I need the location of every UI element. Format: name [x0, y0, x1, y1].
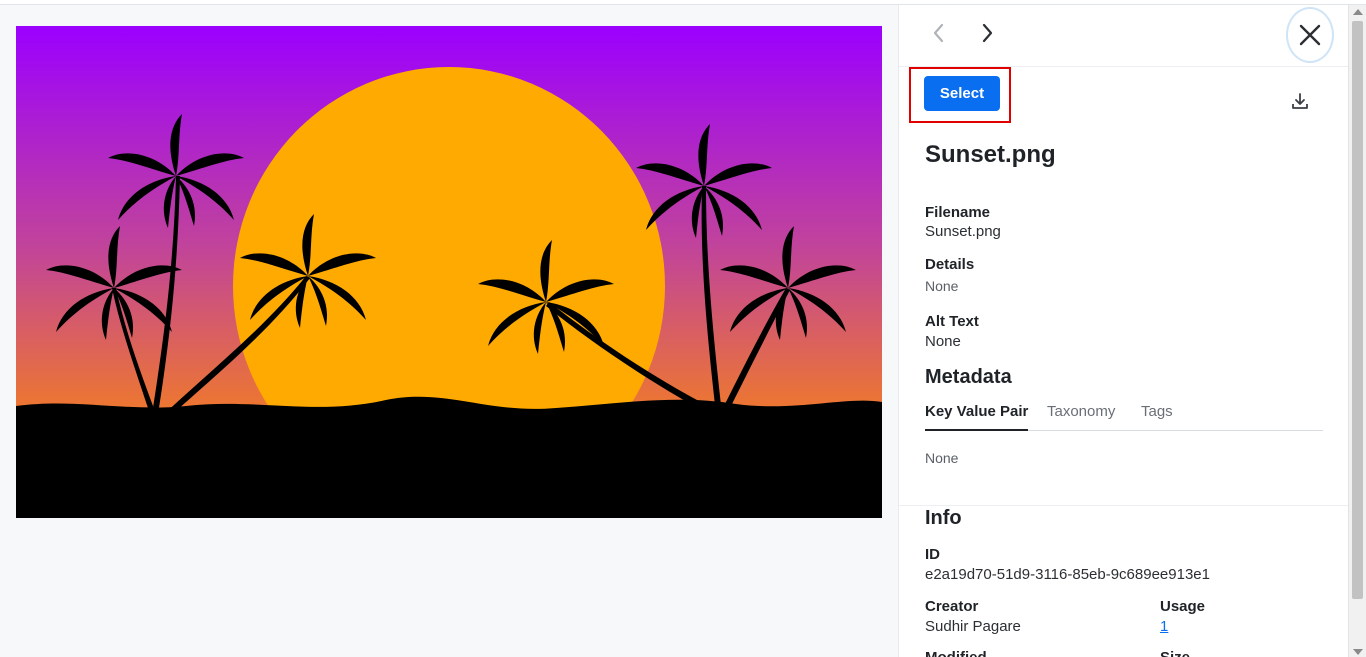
modified-label: Modified [925, 649, 987, 657]
metadata-content: None [925, 450, 959, 466]
scroll-up-icon[interactable] [1353, 9, 1363, 15]
info-heading: Info [925, 507, 962, 529]
scrollbar[interactable] [1348, 5, 1366, 657]
usage-label: Usage [1160, 598, 1206, 615]
id-value: e2a19d70-51d9-3116-85eb-9c689ee913e1 [925, 566, 1210, 583]
select-button[interactable]: Select [924, 76, 1000, 111]
usage-link[interactable]: 1 [1160, 618, 1168, 635]
asset-title: Sunset.png [925, 141, 1056, 168]
tab-key-value-pair[interactable]: Key Value Pair [925, 403, 1029, 431]
next-asset-button[interactable] [974, 19, 1002, 47]
size-label: Size [1160, 649, 1190, 657]
alt-text-label: Alt Text [925, 313, 979, 330]
navigation-bar [899, 5, 1348, 67]
sunset-image [16, 26, 882, 518]
close-icon [1299, 24, 1321, 46]
metadata-tabs: Key Value Pair Taxonomy Tags [925, 403, 1323, 431]
scrollbar-thumb[interactable] [1352, 21, 1363, 599]
asset-details-panel: Select Sunset.png Filename Sunset.png De… [898, 5, 1348, 657]
previous-asset-button[interactable] [924, 19, 952, 47]
close-button[interactable] [1286, 7, 1334, 63]
tab-taxonomy[interactable]: Taxonomy [1047, 403, 1115, 431]
tab-tags[interactable]: Tags [1141, 403, 1173, 431]
id-label: ID [925, 546, 940, 563]
download-button[interactable] [1288, 89, 1312, 113]
info-divider [899, 505, 1348, 506]
download-icon [1292, 93, 1308, 109]
preview-pane [0, 5, 898, 657]
scroll-down-icon[interactable] [1353, 649, 1363, 655]
filename-label: Filename [925, 204, 991, 221]
creator-value: Sudhir Pagare [925, 618, 1021, 635]
chevron-right-icon [982, 23, 993, 43]
chevron-left-icon [933, 23, 944, 43]
filename-value: Sunset.png [925, 223, 1001, 240]
metadata-heading: Metadata [925, 366, 1012, 388]
creator-label: Creator [925, 598, 979, 615]
details-value: None [925, 278, 959, 294]
details-label: Details [925, 256, 975, 273]
alt-text-value: None [925, 333, 961, 350]
